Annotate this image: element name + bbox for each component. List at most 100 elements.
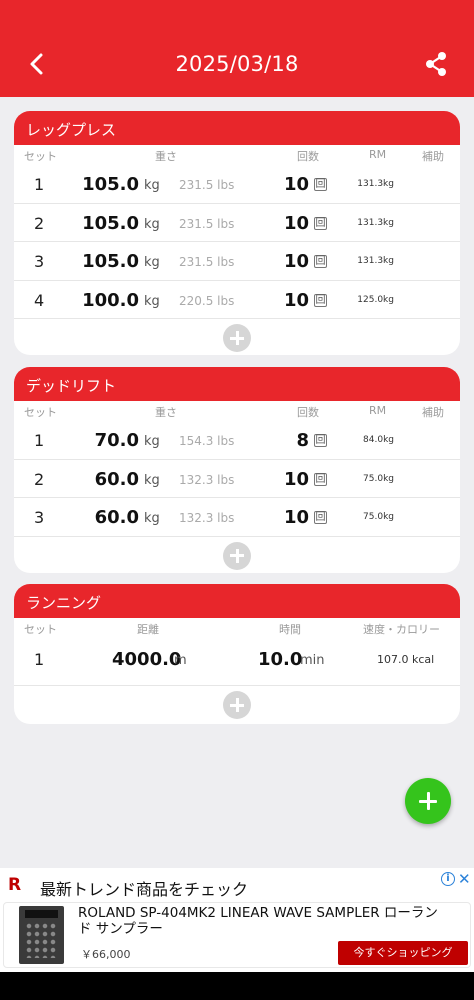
set-number: 1 (34, 431, 45, 450)
reps-value: 10 (283, 468, 309, 490)
weight-unit: kg (144, 255, 160, 270)
exercise-card-deadlift: デッドリフト セット 重さ 回数 RM 補助 1 70.0 kg 154.3 l… (14, 367, 460, 573)
ad-banner[interactable]: R 最新トレンド商品をチェック i ✕ ROLAND SP-404MK2 LIN… (0, 868, 474, 972)
rm-value: 131.3kg (357, 256, 394, 266)
weight-value: 60.0 (94, 468, 139, 490)
weight-unit: kg (144, 511, 160, 526)
weight-value: 70.0 (94, 430, 139, 451)
col-weight: 重さ (155, 406, 177, 419)
weight-unit: kg (144, 216, 160, 232)
rm-value: 75.0kg (363, 473, 394, 484)
weight-value: 105.0 (82, 251, 139, 272)
set-number: 3 (34, 252, 45, 271)
reps-unit: 回 (314, 434, 327, 447)
set-number: 2 (34, 213, 45, 233)
column-headers: セット 重さ 回数 RM 補助 (14, 145, 460, 165)
system-nav-bar (0, 972, 474, 1000)
weight-lbs: 220.5 lbs (179, 293, 235, 308)
weight-value: 100.0 (82, 289, 139, 311)
set-number: 1 (34, 650, 45, 669)
set-number: 4 (34, 290, 45, 310)
reps-unit: 回 (314, 178, 327, 191)
column-headers: セット 距離 時間 速度・カロリー (14, 618, 460, 638)
col-set: セット (24, 150, 57, 163)
rm-value: 84.0kg (363, 435, 394, 445)
col-time: 時間 (279, 623, 301, 636)
rm-value: 131.3kg (357, 179, 394, 189)
set-row[interactable]: 1 4000.0 m 10.0 min 107.0 kcal (14, 638, 460, 686)
col-weight: 重さ (155, 150, 177, 163)
ad-close-icon[interactable]: ✕ (458, 870, 471, 888)
ad-product-card[interactable]: ROLAND SP-404MK2 LINEAR WAVE SAMPLER ローラ… (3, 902, 471, 968)
column-headers: セット 重さ 回数 RM 補助 (14, 401, 460, 421)
distance-unit: m (174, 653, 187, 668)
weight-lbs: 154.3 lbs (179, 434, 235, 448)
col-speed-calories: 速度・カロリー (363, 623, 440, 636)
col-rm: RM (369, 404, 387, 417)
time-unit: min (300, 653, 325, 668)
add-set-row (14, 686, 460, 724)
set-number: 3 (34, 508, 45, 527)
add-set-row (14, 537, 460, 573)
weight-unit: kg (144, 434, 160, 449)
add-set-icon[interactable] (223, 541, 251, 570)
col-set: セット (24, 623, 57, 636)
col-set: セット (24, 406, 57, 419)
add-set-icon[interactable] (223, 324, 251, 352)
reps-unit: 回 (314, 255, 327, 268)
set-number: 1 (34, 175, 45, 194)
rm-value: 131.3kg (357, 217, 394, 228)
app-header: 2025/03/18 (0, 0, 474, 97)
product-name: ROLAND SP-404MK2 LINEAR WAVE SAMPLER ローラ… (78, 905, 438, 937)
set-row[interactable]: 3 60.0 kg 132.3 lbs 10 回 75.0kg (14, 498, 460, 537)
set-row[interactable]: 1 70.0 kg 154.3 lbs 8 回 84.0kg (14, 421, 460, 460)
add-set-row (14, 319, 460, 355)
col-assist: 補助 (422, 406, 444, 419)
weight-lbs: 231.5 lbs (179, 178, 235, 192)
exercise-title[interactable]: レッグプレス (14, 111, 460, 145)
reps-value: 8 (296, 430, 309, 451)
product-image (19, 906, 64, 964)
shop-now-button[interactable]: 今すぐショッピング (338, 941, 468, 965)
exercise-title[interactable]: ランニング (14, 584, 460, 618)
ad-heading: 最新トレンド商品をチェック (40, 880, 249, 899)
rakuten-logo: R (8, 875, 22, 895)
set-number: 2 (34, 469, 45, 489)
weight-lbs: 132.3 lbs (179, 472, 235, 487)
weight-value: 105.0 (82, 212, 139, 234)
set-row[interactable]: 2 105.0 kg 231.5 lbs 10 回 131.3kg (14, 204, 460, 242)
add-set-icon[interactable] (223, 691, 251, 719)
weight-value: 60.0 (94, 507, 139, 528)
col-assist: 補助 (422, 150, 444, 163)
weight-value: 105.0 (82, 174, 139, 195)
weight-lbs: 231.5 lbs (179, 255, 235, 269)
set-row[interactable]: 4 100.0 kg 220.5 lbs 10 回 125.0kg (14, 281, 460, 319)
weight-unit: kg (144, 178, 160, 193)
product-price: ￥66,000 (81, 948, 131, 961)
col-distance: 距離 (137, 623, 159, 636)
rm-value: 125.0kg (357, 294, 394, 305)
reps-unit: 回 (314, 472, 327, 486)
reps-value: 10 (283, 174, 309, 195)
exercise-card-leg-press: レッグプレス セット 重さ 回数 RM 補助 1 105.0 kg 231.5 … (14, 111, 460, 355)
weight-lbs: 132.3 lbs (179, 511, 235, 525)
distance-value: 4000.0 (112, 649, 182, 670)
exercise-card-running: ランニング セット 距離 時間 速度・カロリー 1 4000.0 m 10.0 … (14, 584, 460, 724)
weight-lbs: 231.5 lbs (179, 216, 235, 231)
set-row[interactable]: 3 105.0 kg 231.5 lbs 10 回 131.3kg (14, 242, 460, 281)
ad-info-icon[interactable]: i (441, 872, 455, 886)
rm-value: 75.0kg (363, 512, 394, 522)
set-row[interactable]: 2 60.0 kg 132.3 lbs 10 回 75.0kg (14, 460, 460, 498)
weight-unit: kg (144, 293, 160, 309)
calories-value: 107.0 kcal (377, 653, 435, 666)
share-icon[interactable] (422, 50, 450, 78)
reps-unit: 回 (314, 216, 327, 230)
add-exercise-button[interactable] (405, 778, 451, 824)
time-value: 10.0 (258, 649, 303, 670)
reps-value: 10 (283, 507, 309, 528)
reps-value: 10 (283, 289, 309, 311)
set-row[interactable]: 1 105.0 kg 231.5 lbs 10 回 131.3kg (14, 165, 460, 204)
reps-value: 10 (283, 251, 309, 272)
col-reps: 回数 (297, 406, 319, 419)
exercise-title[interactable]: デッドリフト (14, 367, 460, 401)
